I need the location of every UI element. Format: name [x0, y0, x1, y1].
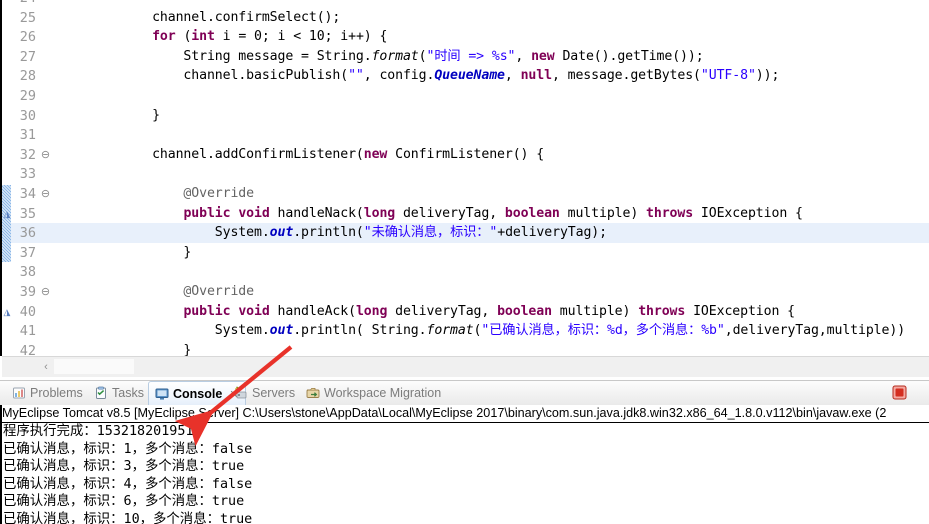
terminate-button[interactable]: [892, 385, 907, 400]
tab-tasks[interactable]: Tasks: [88, 381, 150, 405]
code-fold-toggle-icon[interactable]: ⊖: [40, 145, 51, 165]
line-number: 33: [19, 166, 36, 183]
console-output-line: 程序执行完成：1532182019514: [3, 424, 202, 439]
tab-problems[interactable]: Problems: [6, 381, 89, 405]
tab-label: Servers: [252, 386, 296, 400]
line-number: 42: [19, 342, 36, 356]
console-launch-header: MyEclipse Tomcat v8.5 [MyEclipse Server]…: [2, 405, 929, 423]
servers-icon: [234, 386, 248, 400]
code-line-text[interactable]: channel.confirmSelect();: [58, 8, 340, 28]
code-line-text[interactable]: public void handleAck(long deliveryTag, …: [58, 302, 795, 322]
code-line-text[interactable]: @Override: [58, 282, 254, 302]
line-number: 28: [19, 68, 36, 85]
console-output-line: 已确认消息，标识：6，多个消息：true: [3, 494, 245, 510]
code-line-text[interactable]: for (int i = 0; i < 10; i++) {: [58, 27, 387, 47]
line-number: 27: [19, 48, 36, 65]
scroll-left-arrow-icon[interactable]: ‹: [38, 357, 54, 377]
console-output-line: 已确认消息，标识：1，多个消息：false: [3, 441, 253, 457]
scrollbar-thumb[interactable]: [54, 359, 134, 374]
code-line-text[interactable]: channel.addConfirmListener(new ConfirmLi…: [58, 145, 544, 165]
console-icon: [155, 387, 169, 401]
workspace-migration-icon: [306, 386, 320, 400]
line-number: 29: [19, 88, 36, 104]
editor-horizontal-scrollbar[interactable]: ‹: [2, 356, 929, 377]
line-number: 41: [19, 323, 36, 340]
line-number: 36: [19, 225, 36, 242]
line-number: 31: [19, 127, 36, 144]
code-line-text[interactable]: String message = String.format("时间 => %s…: [58, 47, 703, 67]
line-number: 26: [19, 29, 36, 46]
line-number: 38: [19, 264, 36, 281]
code-line-text[interactable]: }: [58, 341, 191, 356]
code-line-text[interactable]: }: [58, 243, 191, 263]
code-line-text[interactable]: }: [58, 106, 160, 126]
tasks-icon: [94, 386, 108, 400]
line-number: 30: [19, 107, 36, 124]
java-source-editor[interactable]: 2425 channel.confirmSelect();26 for (int…: [0, 0, 929, 356]
code-fold-toggle-icon[interactable]: ⊖: [40, 184, 51, 204]
line-number: 37: [19, 244, 36, 261]
console-output-line: 已确认消息，标识：3，多个消息：true: [3, 459, 245, 475]
override-marker-icon[interactable]: ◮: [2, 302, 12, 322]
code-line-text[interactable]: System.out.println("未确认消息，标识："+deliveryT…: [58, 223, 607, 243]
tab-label: Tasks: [112, 386, 144, 400]
console-output-line: 已确认消息，标识：10，多个消息：true: [3, 512, 253, 524]
line-number: 34: [19, 186, 36, 202]
view-tab-bar[interactable]: Problems Tasks Console ✕ Servers Workspace Mi…: [0, 380, 929, 406]
line-number: 32: [19, 146, 36, 163]
line-number: 39: [19, 284, 36, 300]
code-fold-toggle-icon[interactable]: ⊖: [40, 282, 51, 302]
tab-label: Problems: [30, 386, 83, 400]
code-line-text[interactable]: channel.basicPublish("", config.QueueNam…: [58, 66, 779, 86]
tab-label: Workspace Migration: [324, 386, 442, 400]
line-number: 25: [19, 9, 36, 26]
console-output-line: 已确认消息，标识：4，多个消息：false: [3, 476, 253, 492]
override-marker-icon[interactable]: ◮: [2, 204, 12, 224]
console-view[interactable]: MyEclipse Tomcat v8.5 [MyEclipse Server]…: [0, 405, 929, 524]
tab-servers[interactable]: Servers: [228, 381, 301, 405]
code-line-text[interactable]: System.out.println( String.format("已确认消息…: [58, 321, 905, 341]
tab-label: Console: [173, 387, 223, 401]
tab-workspace-migration[interactable]: Workspace Migration: [300, 381, 447, 405]
code-line-text[interactable]: public void handleNack(long deliveryTag,…: [58, 204, 803, 224]
code-line-text[interactable]: @Override: [58, 184, 254, 204]
problems-icon: [12, 386, 26, 400]
